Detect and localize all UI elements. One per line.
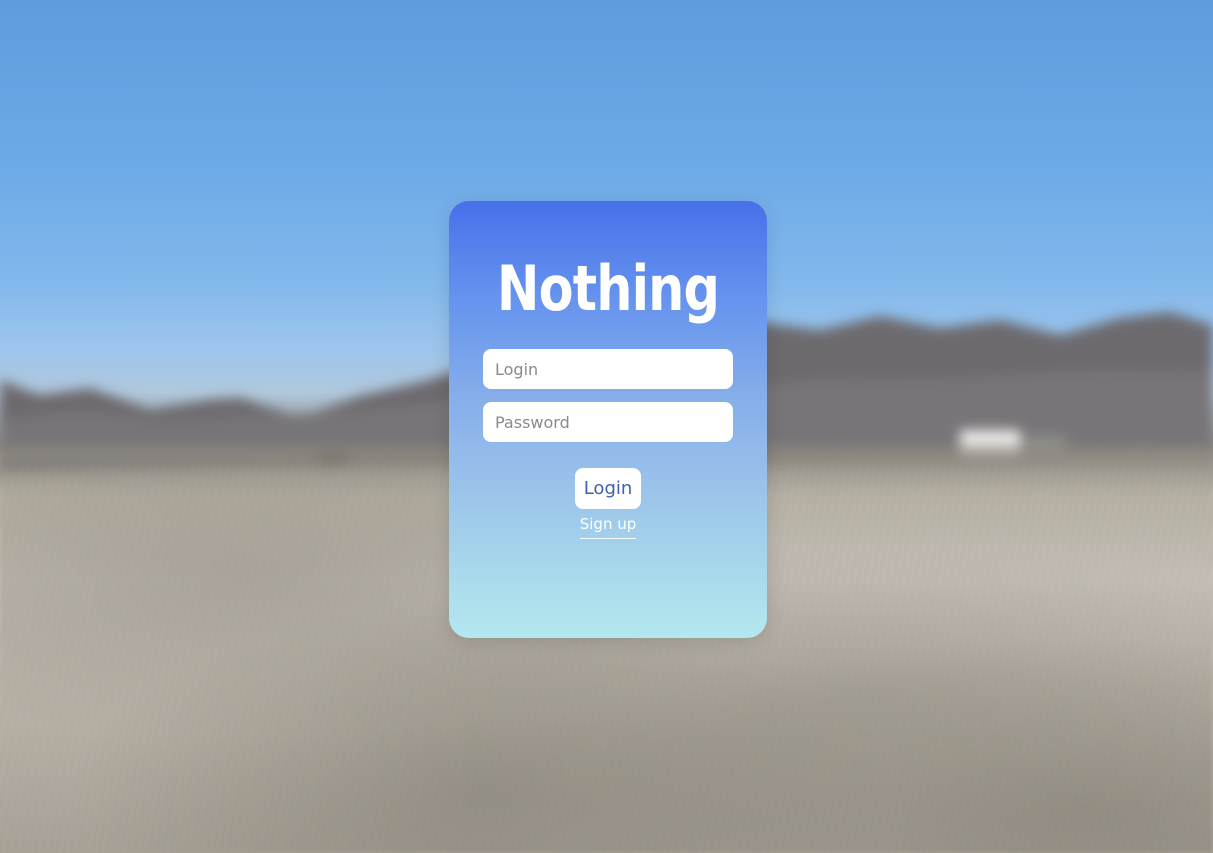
brand-title: Nothing (496, 252, 720, 325)
login-input[interactable] (483, 349, 733, 389)
login-card: Nothing Login Sign up (449, 201, 767, 638)
login-button[interactable]: Login (575, 468, 641, 509)
signup-link[interactable]: Sign up (579, 513, 637, 539)
password-input[interactable] (483, 402, 733, 442)
signup-link-container: Sign up (449, 513, 767, 539)
